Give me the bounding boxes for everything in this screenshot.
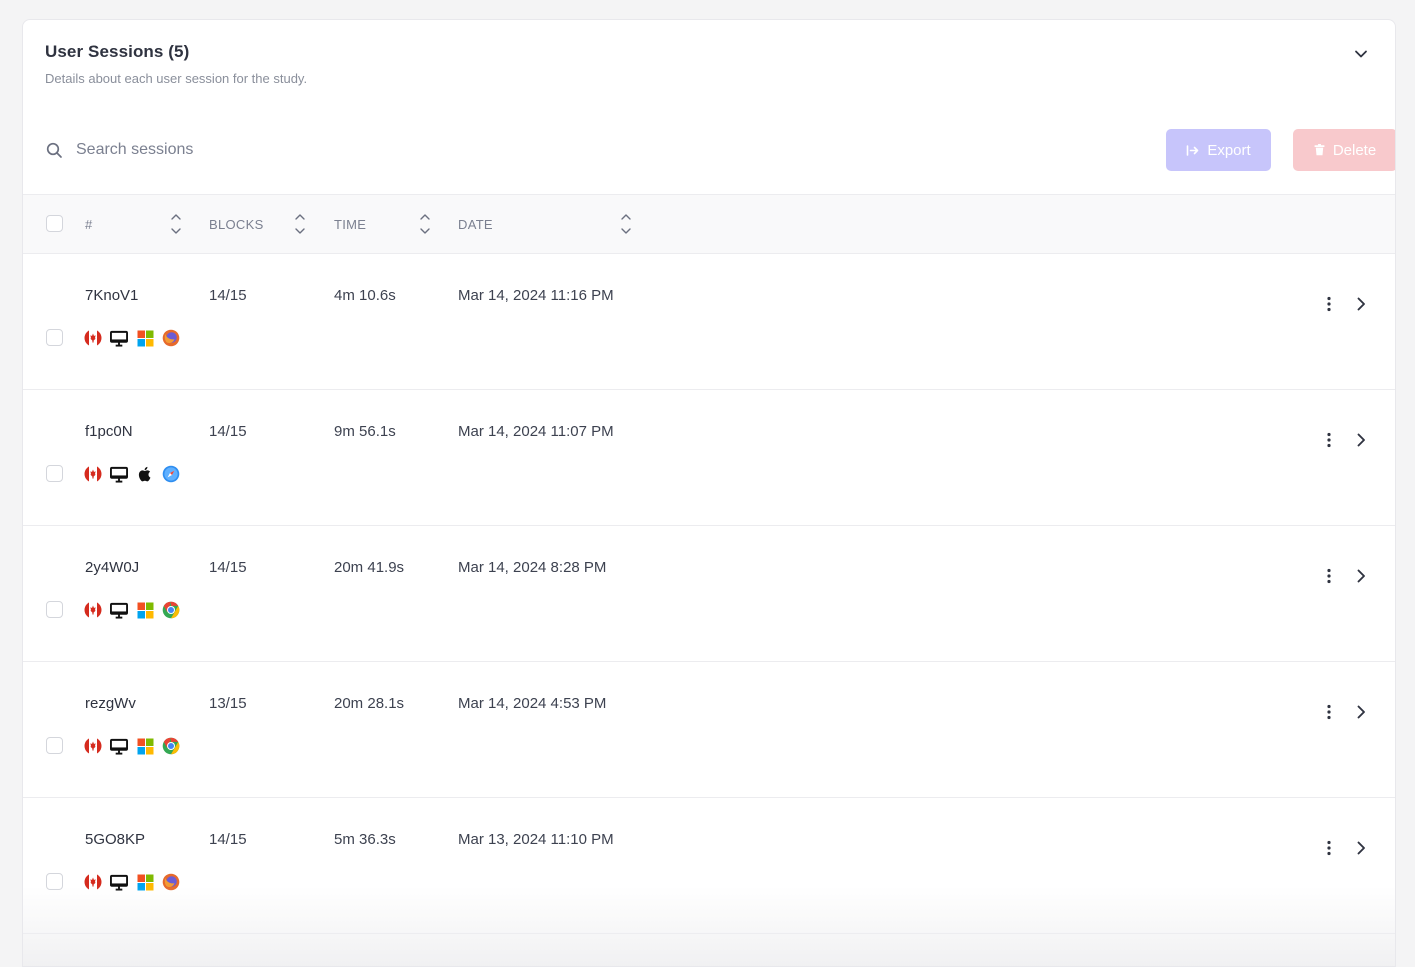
session-date: Mar 14, 2024 11:16 PM	[458, 287, 614, 304]
toolbar: Export Delete	[45, 129, 1395, 171]
export-label: Export	[1207, 141, 1251, 159]
windows-icon	[136, 737, 154, 755]
session-blocks: 13/15	[209, 695, 247, 712]
row-checkbox[interactable]	[46, 601, 63, 618]
chevron-right-icon[interactable]	[1353, 294, 1369, 314]
desktop-icon	[110, 737, 128, 755]
row-checkbox[interactable]	[46, 329, 63, 346]
table-row[interactable]: f1pc0N 14/15 9m 56.1s Mar 14, 2024 11:07…	[23, 390, 1395, 526]
sort-icon[interactable]	[619, 212, 633, 236]
chevron-right-icon[interactable]	[1353, 566, 1369, 586]
session-time: 5m 36.3s	[334, 831, 396, 848]
session-blocks: 14/15	[209, 559, 247, 576]
session-date: Mar 14, 2024 11:07 PM	[458, 423, 614, 440]
sort-icon[interactable]	[293, 212, 307, 236]
session-time: 4m 10.6s	[334, 287, 396, 304]
windows-icon	[136, 329, 154, 347]
session-env-icons	[84, 873, 180, 891]
session-date: Mar 14, 2024 4:53 PM	[458, 695, 607, 712]
table-row[interactable]: 7KnoV1 14/15 4m 10.6s Mar 14, 2024 11:16…	[23, 254, 1395, 390]
sort-icon[interactable]	[169, 212, 183, 236]
delete-button[interactable]: Delete	[1293, 129, 1395, 171]
chrome-icon	[162, 601, 180, 619]
select-all-checkbox[interactable]	[46, 215, 63, 232]
session-time: 20m 41.9s	[334, 559, 405, 576]
chevron-right-icon[interactable]	[1353, 702, 1369, 722]
firefox-icon	[162, 329, 180, 347]
user-sessions-card: User Sessions (5) Details about each use…	[22, 19, 1396, 967]
chevron-right-icon[interactable]	[1353, 838, 1369, 858]
more-options-icon[interactable]	[1321, 838, 1337, 858]
chrome-icon	[162, 737, 180, 755]
canada-flag-icon	[84, 873, 102, 891]
session-id: rezgWv	[85, 695, 136, 712]
canada-flag-icon	[84, 465, 102, 483]
column-header-blocks: BLOCKS	[209, 216, 264, 232]
collapse-button[interactable]	[1349, 42, 1373, 66]
column-header-id: #	[85, 216, 93, 232]
table-row[interactable]: rezgWv 13/15 20m 28.1s Mar 14, 2024 4:53…	[23, 662, 1395, 798]
row-checkbox[interactable]	[46, 465, 63, 482]
session-date: Mar 13, 2024 11:10 PM	[458, 831, 614, 848]
delete-label: Delete	[1332, 141, 1377, 159]
trash-icon	[1314, 144, 1325, 156]
more-options-icon[interactable]	[1321, 294, 1337, 314]
windows-icon	[136, 601, 154, 619]
session-id: f1pc0N	[85, 423, 133, 440]
table-row[interactable]: 2y4W0J 14/15 20m 41.9s Mar 14, 2024 8:28…	[23, 526, 1395, 662]
column-header-time: TIME	[334, 216, 367, 232]
table-row[interactable]: 5GO8KP 14/15 5m 36.3s Mar 13, 2024 11:10…	[23, 798, 1395, 934]
session-blocks: 14/15	[209, 831, 247, 848]
desktop-icon	[110, 465, 128, 483]
card-title: User Sessions (5)	[45, 42, 190, 61]
session-env-icons	[84, 601, 180, 619]
session-id: 5GO8KP	[85, 831, 146, 848]
desktop-icon	[110, 601, 128, 619]
desktop-icon	[110, 329, 128, 347]
card-header: User Sessions (5) Details about each use…	[45, 42, 1373, 102]
session-id: 2y4W0J	[85, 559, 140, 576]
row-checkbox[interactable]	[46, 737, 63, 754]
export-button[interactable]: Export	[1166, 129, 1271, 171]
session-id: 7KnoV1	[85, 287, 139, 304]
session-date: Mar 14, 2024 8:28 PM	[458, 559, 607, 576]
safari-icon	[162, 465, 180, 483]
search-input[interactable]	[76, 141, 576, 159]
column-header-date: DATE	[458, 216, 493, 232]
windows-icon	[136, 873, 154, 891]
search-box	[45, 129, 645, 171]
export-icon	[1187, 144, 1199, 156]
firefox-icon	[162, 873, 180, 891]
session-env-icons	[84, 329, 180, 347]
session-blocks: 14/15	[209, 287, 247, 304]
row-checkbox[interactable]	[46, 873, 63, 890]
apple-icon	[136, 465, 154, 483]
canada-flag-icon	[84, 329, 102, 347]
canada-flag-icon	[84, 601, 102, 619]
sort-icon[interactable]	[418, 212, 432, 236]
chevron-right-icon[interactable]	[1353, 430, 1369, 450]
more-options-icon[interactable]	[1321, 430, 1337, 450]
chevron-down-icon	[1355, 50, 1367, 58]
session-time: 9m 56.1s	[334, 423, 396, 440]
search-icon	[45, 141, 63, 159]
canada-flag-icon	[84, 737, 102, 755]
more-options-icon[interactable]	[1321, 566, 1337, 586]
session-env-icons	[84, 465, 180, 483]
session-blocks: 14/15	[209, 423, 247, 440]
desktop-icon	[110, 873, 128, 891]
session-env-icons	[84, 737, 180, 755]
table-header: # BLOCKS TIME DATE	[23, 194, 1395, 254]
session-time: 20m 28.1s	[334, 695, 405, 712]
card-subtitle: Details about each user session for the …	[45, 71, 308, 86]
more-options-icon[interactable]	[1321, 702, 1337, 722]
